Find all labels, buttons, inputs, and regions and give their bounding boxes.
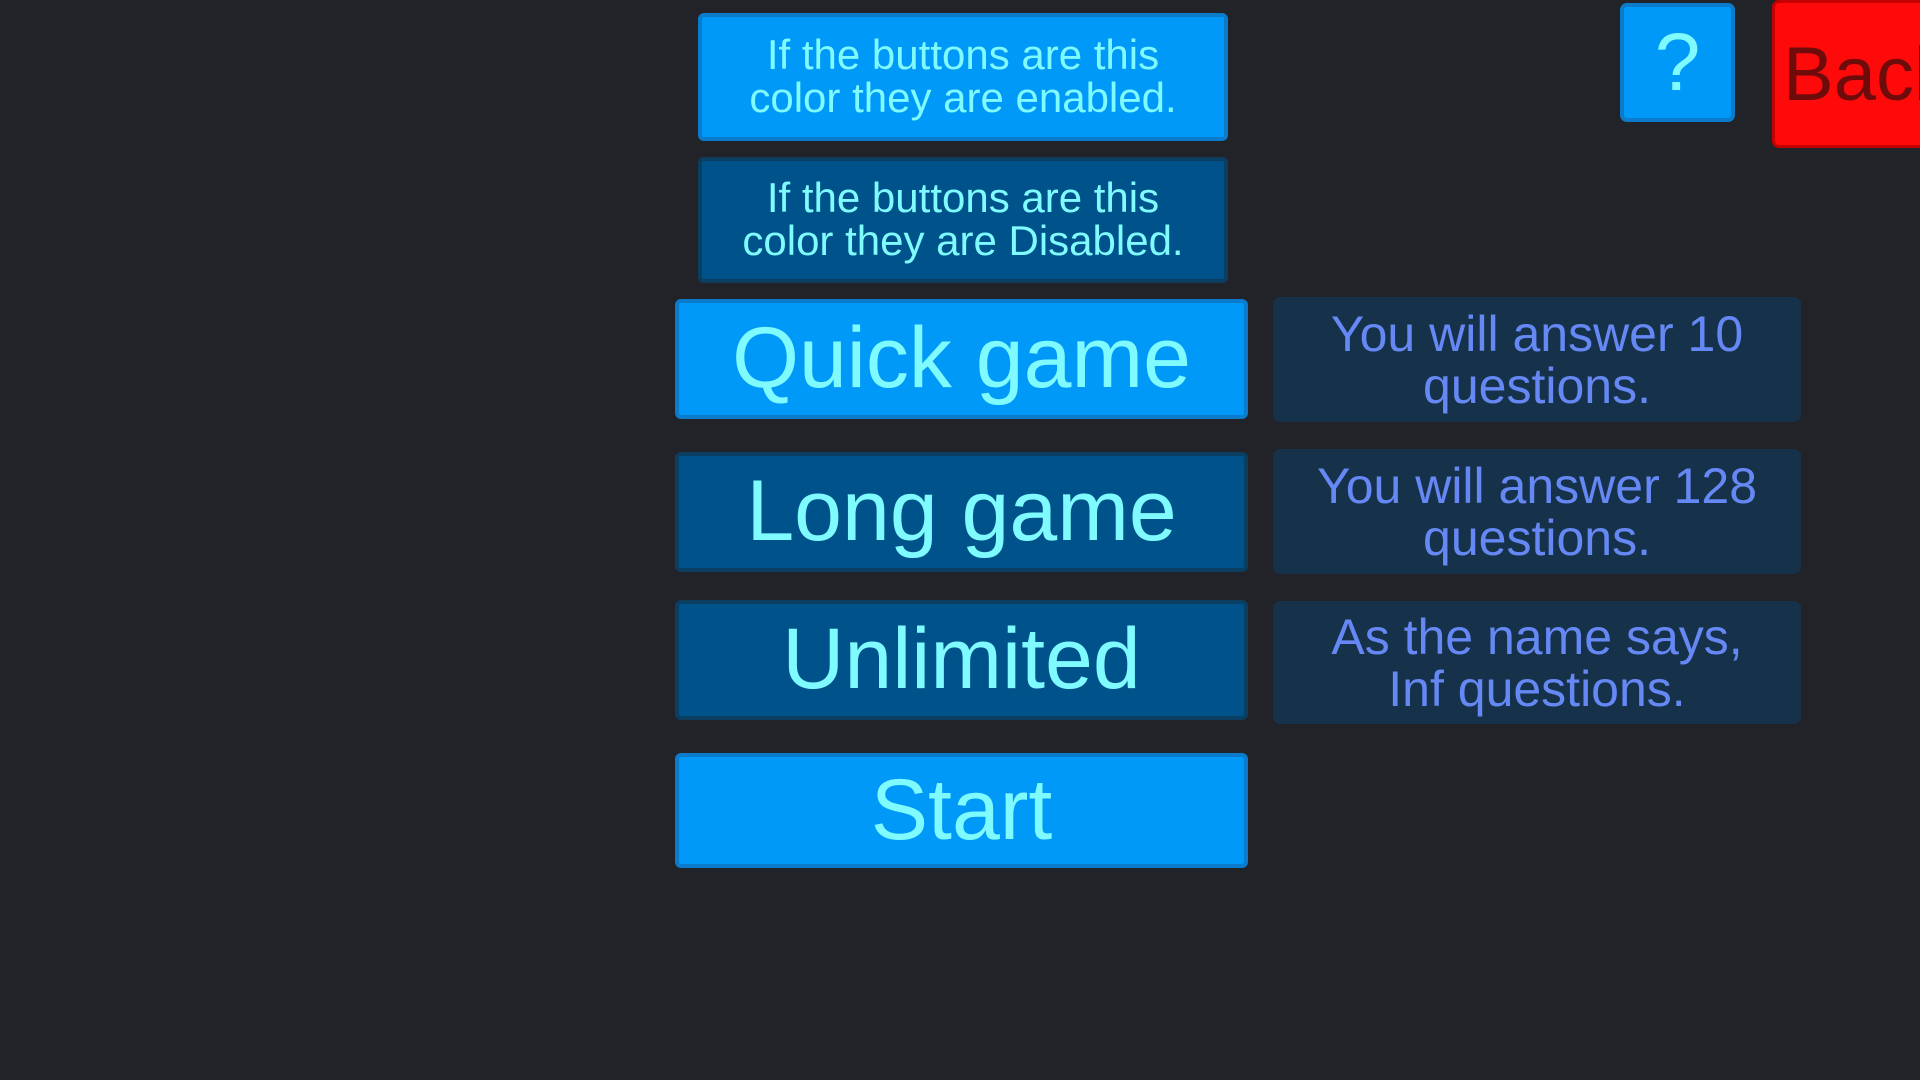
quick-game-description: You will answer 10 questions.: [1273, 297, 1801, 422]
back-button[interactable]: Back: [1772, 0, 1920, 148]
help-question-mark-icon[interactable]: ?: [1620, 3, 1735, 122]
legend-enabled-color-sample: If the buttons are this color they are e…: [698, 13, 1228, 141]
long-game-button[interactable]: Long game: [675, 452, 1248, 572]
start-button[interactable]: Start: [675, 753, 1248, 868]
legend-disabled-color-sample: If the buttons are this color they are D…: [698, 157, 1228, 283]
unlimited-game-button[interactable]: Unlimited: [675, 600, 1248, 720]
long-game-description: You will answer 128 questions.: [1273, 449, 1801, 574]
unlimited-game-description: As the name says, Inf questions.: [1273, 601, 1801, 724]
game-mode-selection-screen: If the buttons are this color they are e…: [0, 0, 1920, 1080]
quick-game-button[interactable]: Quick game: [675, 299, 1248, 419]
